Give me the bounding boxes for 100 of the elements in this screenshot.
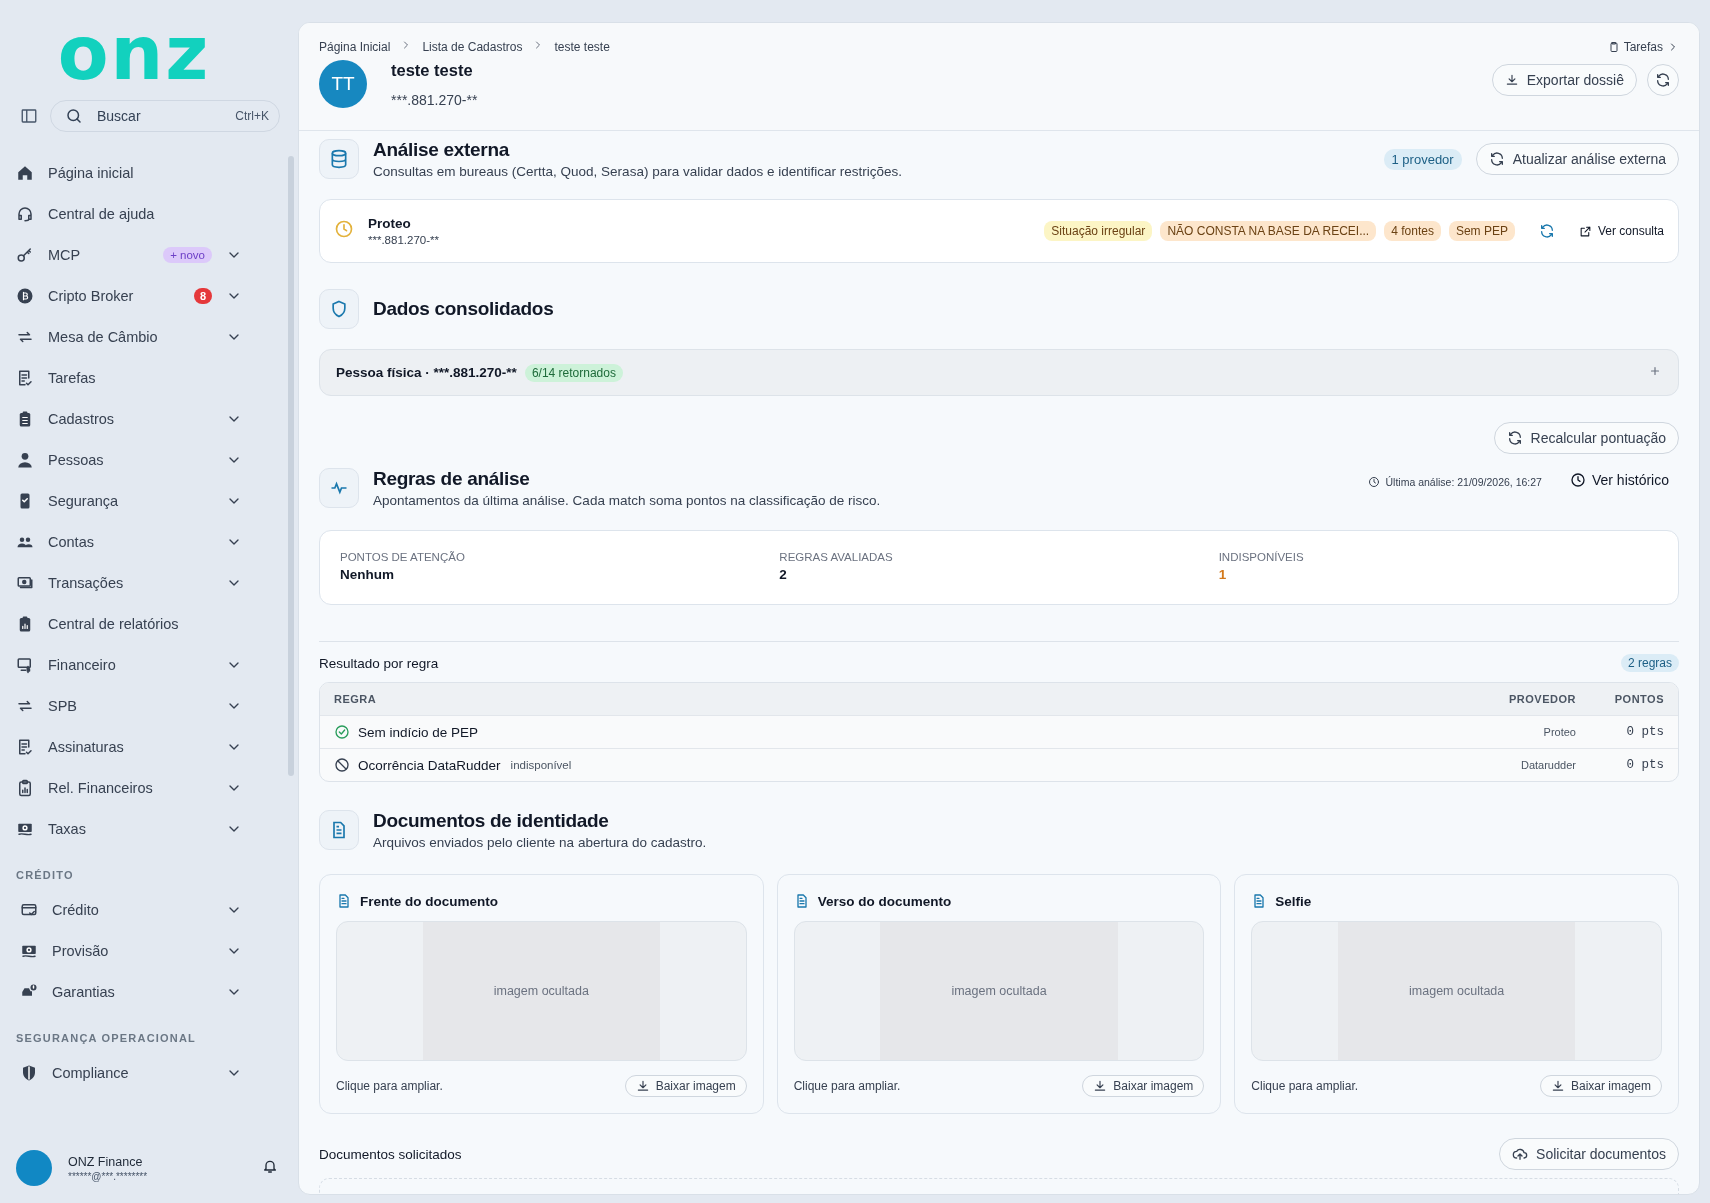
refresh-button[interactable]: [1538, 223, 1555, 239]
nav-item[interactable]: Compliance: [16, 1052, 282, 1093]
checklist-icon: [16, 737, 34, 756]
table-cell: 0 pts: [1590, 748, 1678, 781]
nav-item[interactable]: Segurança: [16, 480, 282, 521]
key-icon: [16, 245, 34, 264]
recalculate-button[interactable]: Recalcular pontuação: [1493, 422, 1679, 454]
stat-value: 2: [779, 567, 788, 582]
last-analysis-time: Última análise: 21/09/2026, 16:27: [1385, 476, 1542, 488]
download-icon: [1093, 1079, 1108, 1093]
nav-item[interactable]: Assinaturas: [16, 726, 282, 767]
section-subtitle: Consultas em bureaus (Certta, Quod, Serasa) para validar dados e identificar restrições.: [373, 164, 902, 179]
nav-item[interactable]: MCP + novo: [16, 234, 282, 275]
shield-icon: [20, 1063, 38, 1082]
table-cell: 0 pts: [1590, 715, 1678, 748]
clock-icon: [1367, 476, 1380, 488]
document-icon: [336, 893, 352, 909]
request-documents-button[interactable]: Solicitar documentos: [1499, 1138, 1679, 1170]
refresh-icon: [1488, 151, 1505, 167]
column-header: REGRA: [320, 683, 1256, 715]
nav-item[interactable]: Página inicial: [16, 152, 282, 193]
headset-icon: [16, 204, 34, 223]
document-title: Selfie: [1275, 893, 1312, 909]
image-preview[interactable]: imagem ocultada: [336, 921, 747, 1061]
prohibited-icon: [334, 757, 350, 773]
consolidated-row[interactable]: Pessoa física · ***.881.270-** 6/14 retornados: [319, 349, 1679, 396]
nav-item[interactable]: Provisão: [16, 930, 282, 971]
count-badge: 8: [193, 287, 212, 304]
status-tag: NÃO CONSTA NA BASE DA RECEI...: [1160, 221, 1377, 241]
image-preview[interactable]: imagem ocultada: [1251, 921, 1662, 1061]
search-icon: [65, 107, 83, 125]
download-button[interactable]: Baixar imagem: [1539, 1075, 1662, 1097]
nav-item[interactable]: Taxas: [16, 808, 282, 849]
nav-item[interactable]: Financeiro: [16, 644, 282, 685]
database-icon: [319, 139, 359, 179]
nav-item[interactable]: Pessoas: [16, 439, 282, 480]
profile-avatar: TT: [319, 60, 367, 108]
provider-document: ***.881.270-**: [368, 234, 439, 246]
status-tag: Situação irregular: [1044, 221, 1153, 241]
rule-count: 2 regras: [1620, 654, 1679, 672]
section-title: Regras de análise: [373, 468, 531, 490]
breadcrumb-link[interactable]: Página Inicial: [319, 39, 391, 54]
status-note: indisponível: [510, 759, 572, 771]
clock-icon: [1569, 472, 1586, 488]
section-heading: SEGURANÇA OPERACIONAL: [16, 1032, 198, 1044]
breadcrumb-link[interactable]: teste teste: [554, 39, 610, 54]
nav-item[interactable]: Garantias: [16, 971, 282, 1012]
nav-item[interactable]: Tarefas: [16, 357, 282, 398]
nav-item[interactable]: Rel. Financeiros: [16, 767, 282, 808]
nav-item[interactable]: Cadastros: [16, 398, 282, 439]
provider-name: Proteo: [368, 216, 412, 231]
download-button[interactable]: Baixar imagem: [624, 1075, 747, 1097]
export-button[interactable]: Exportar dossiê: [1491, 64, 1637, 96]
update-analysis-button[interactable]: Atualizar análise externa: [1475, 143, 1679, 175]
profile-document: ***.881.270-**: [391, 91, 478, 108]
nav-item[interactable]: Central de ajuda: [16, 193, 282, 234]
clipboard-chart-icon: [16, 778, 34, 797]
hint-text: Clique para ampliar.: [1251, 1079, 1359, 1093]
check-circle-icon: [334, 724, 350, 740]
rule-name: Ocorrência DataRudder: [358, 757, 501, 773]
nav-item[interactable]: Cripto Broker 8: [16, 275, 282, 316]
nav-item[interactable]: Mesa de Câmbio: [16, 316, 282, 357]
document-title: Verso do documento: [817, 893, 952, 909]
nav-item[interactable]: Crédito: [16, 889, 282, 930]
status-tag: Sem PEP: [1448, 221, 1515, 241]
nav-item[interactable]: Transações: [16, 562, 282, 603]
view-query-link[interactable]: Ver consulta: [1578, 224, 1664, 238]
nav-item[interactable]: Contas: [16, 521, 282, 562]
column-header: PROVEDOR: [1255, 683, 1590, 715]
stat-value: 1: [1218, 567, 1228, 582]
provider-count: 1 provedor: [1383, 148, 1462, 170]
refresh-icon: [1655, 72, 1671, 88]
checklist-icon: [16, 368, 34, 387]
nav-item[interactable]: Central de relatórios: [16, 603, 282, 644]
user-email: ******@***.********: [68, 1170, 149, 1182]
download-icon: [1504, 73, 1519, 87]
stat-label: PONTOS DE ATENÇÃO: [340, 551, 466, 563]
user-avatar[interactable]: [16, 1150, 52, 1186]
document-title: Frente do documento: [360, 893, 498, 909]
hint-text: Clique para ampliar.: [793, 1079, 901, 1093]
image-preview[interactable]: imagem ocultada: [793, 921, 1205, 1061]
person-icon: [16, 450, 34, 469]
stat-label: REGRAS AVALIADAS: [779, 551, 894, 563]
refresh-button[interactable]: [1647, 64, 1679, 96]
section-title: Documentos de identidade: [373, 810, 610, 832]
upload-cloud-icon: [1512, 1146, 1529, 1162]
bell-icon: [262, 1158, 278, 1174]
results-title: Resultado por regra: [319, 655, 439, 671]
nav-item[interactable]: SPB: [16, 685, 282, 726]
section-title: Análise externa: [373, 139, 511, 161]
table-cell: Proteo: [1255, 715, 1590, 748]
external-link-icon: [1578, 224, 1592, 238]
sidebar-toggle-icon[interactable]: [20, 107, 38, 125]
history-button[interactable]: Ver histórico: [1569, 472, 1669, 488]
breadcrumb-link[interactable]: Lista de Cadastros: [422, 39, 523, 54]
download-button[interactable]: Baixar imagem: [1082, 1075, 1205, 1097]
tasks-link[interactable]: Tarefas: [1607, 39, 1679, 54]
download-icon: [1550, 1079, 1565, 1093]
section-heading: CRÉDITO: [16, 869, 75, 881]
stat-label: INDISPONÍVEIS: [1218, 551, 1305, 563]
